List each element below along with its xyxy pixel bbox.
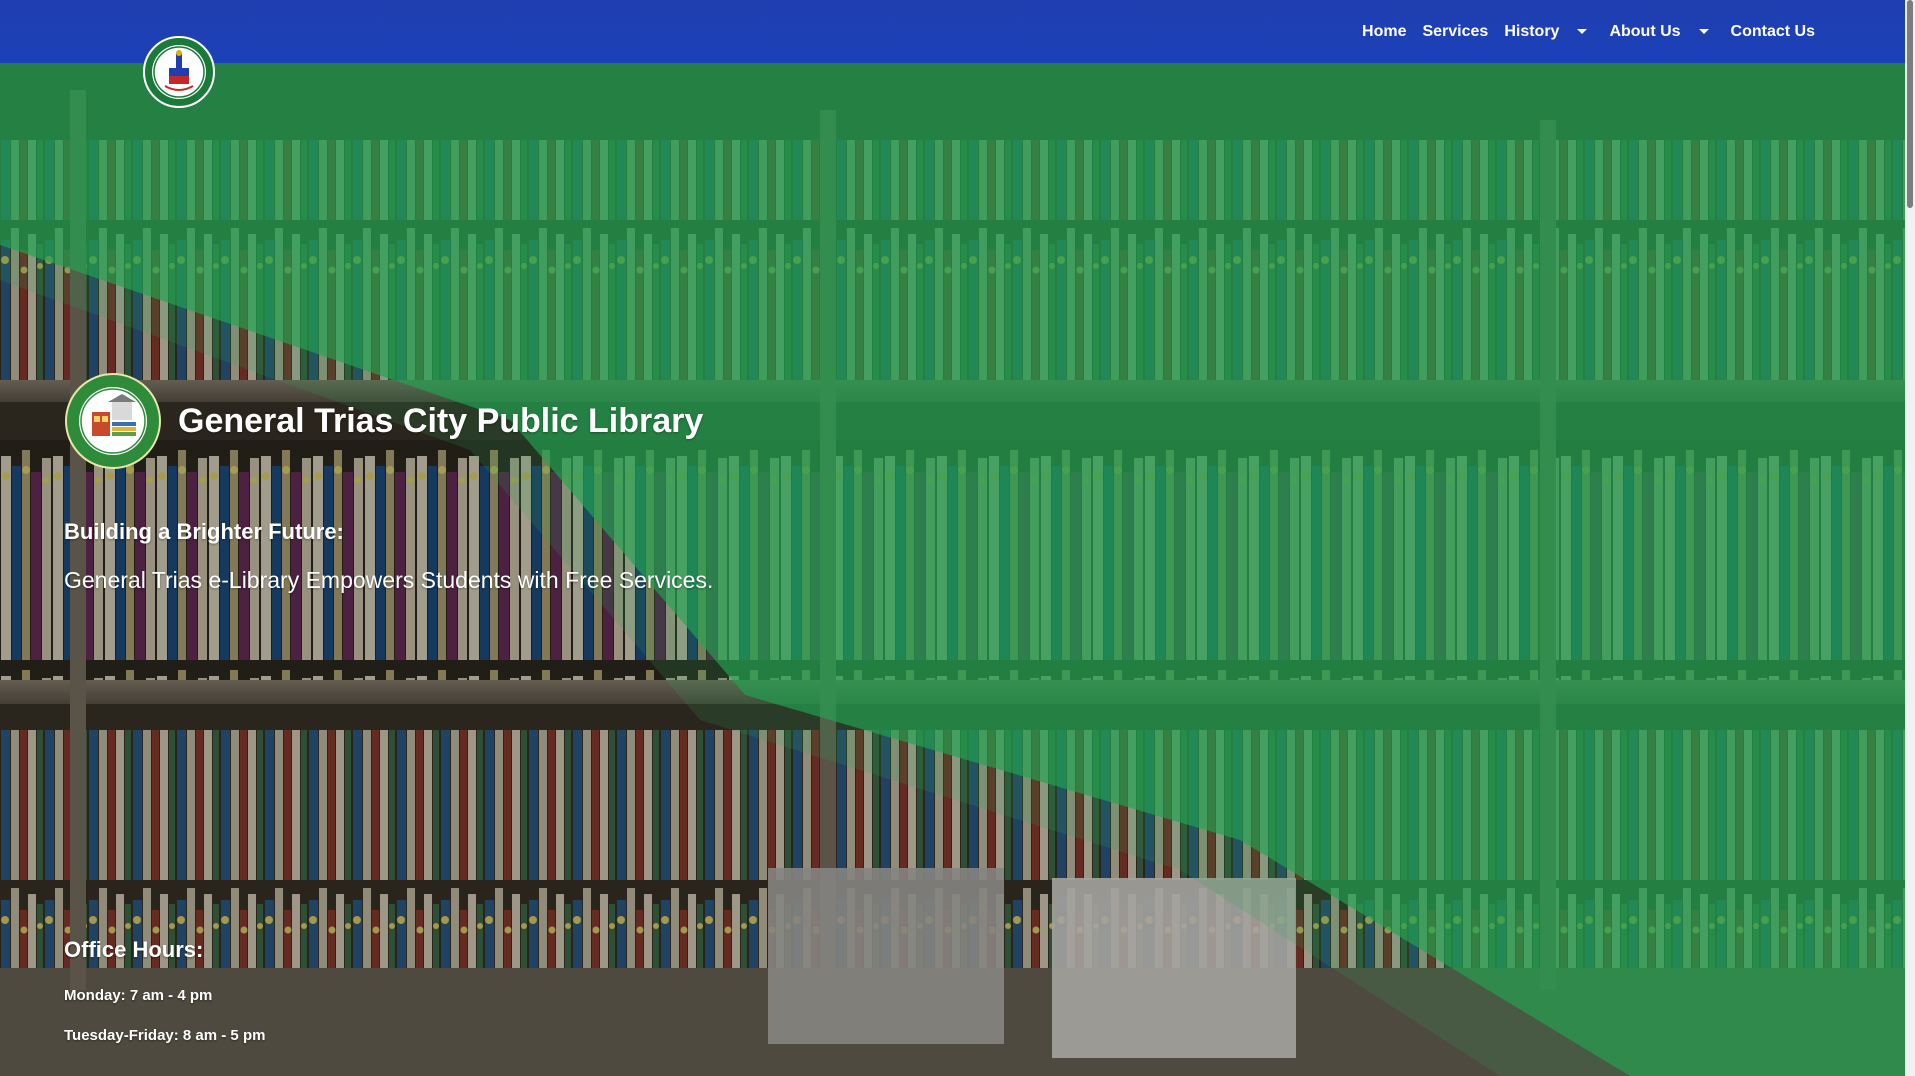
- city-of-general-trias-seal-icon[interactable]: [143, 36, 215, 108]
- hero-title-row: General Trias City Public Library: [64, 372, 703, 470]
- page: Home Services History About Us Contact U…: [0, 0, 1915, 1076]
- nav-history-label: History: [1504, 22, 1560, 40]
- tagline-heading: Building a Brighter Future:: [64, 519, 344, 544]
- nav-contact-us-link[interactable]: Contact Us: [1731, 23, 1815, 41]
- nav-home-label: Home: [1362, 22, 1407, 40]
- city-public-library-seal-icon: [65, 373, 161, 469]
- office-hours-line: Monday: 7 am - 4 pm: [64, 987, 213, 1004]
- office-hours-heading: Office Hours:: [64, 937, 204, 962]
- nav-contact-us-label: Contact Us: [1730, 22, 1815, 40]
- vertical-scrollbar[interactable]: [1905, 0, 1915, 1076]
- office-hours-line: Tuesday-Friday: 8 am - 5 pm: [64, 1027, 266, 1044]
- chevron-down-icon: [1577, 29, 1588, 34]
- nav-services-link[interactable]: Services: [1422, 23, 1488, 41]
- nav-home-link[interactable]: Home: [1362, 23, 1406, 41]
- chevron-down-icon: [1698, 29, 1709, 34]
- nav-about-us-label: About Us: [1609, 22, 1681, 40]
- tagline-body: General Trias e-Library Empowers Student…: [64, 567, 714, 593]
- nav-history-dropdown[interactable]: History: [1504, 23, 1593, 41]
- nav-services-label: Services: [1422, 22, 1489, 40]
- main-navigation: Home Services History About Us Contact U…: [1362, 0, 1815, 63]
- scrollbar-thumb[interactable]: [1907, 0, 1913, 208]
- hero-section: General Trias City Public Library: [64, 372, 703, 470]
- page-title: General Trias City Public Library: [178, 401, 704, 440]
- nav-about-us-dropdown[interactable]: About Us: [1609, 23, 1714, 41]
